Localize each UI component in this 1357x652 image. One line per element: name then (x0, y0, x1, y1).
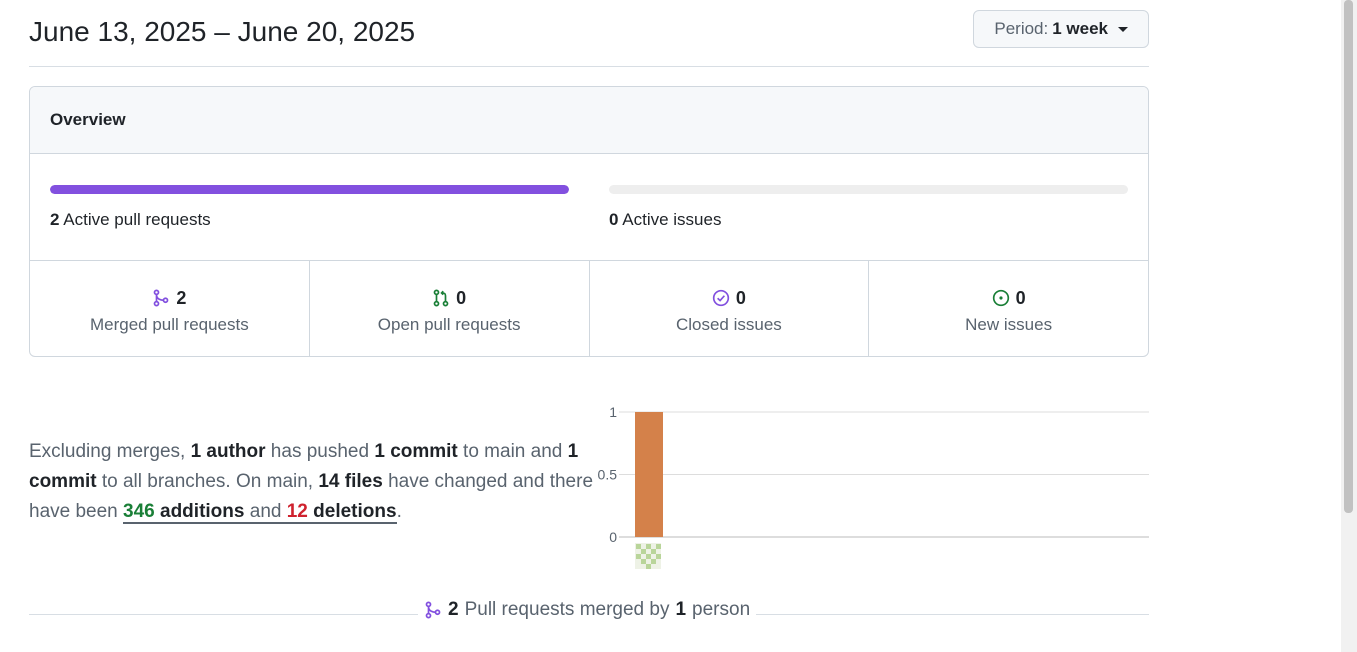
merged-text-1: Pull requests merged by (464, 599, 670, 620)
active-prs-bar-fill (50, 185, 569, 194)
scrollbar-thumb[interactable] (1344, 0, 1353, 513)
active-issues-text[interactable]: 0 Active issues (609, 210, 721, 230)
active-prs-count: 2 (50, 210, 60, 229)
author-avatar[interactable] (635, 543, 661, 569)
deletions-word: deletions (307, 501, 397, 522)
active-issues-label: Active issues (622, 210, 722, 229)
chart-y-tick-label: 0 (609, 529, 617, 545)
stat-open-count: 0 (456, 287, 467, 308)
active-prs-bar (50, 185, 569, 194)
merge-icon (425, 601, 441, 619)
overview-title: Overview (30, 87, 1148, 154)
chart-y-tick-label: 0.5 (598, 467, 618, 483)
overview-panel: Overview 2 Active pull requests 0 Active… (29, 86, 1149, 357)
additions-count: 346 (123, 501, 155, 522)
merged-text-2: person (692, 599, 751, 620)
stat-new-issues[interactable]: 0 New issues (869, 261, 1148, 356)
stat-closed-issues[interactable]: 0 Closed issues (590, 261, 870, 356)
changes-link[interactable]: 346 additions and 12 deletions (123, 501, 397, 524)
additions-word: additions (154, 501, 245, 522)
pull-request-icon (433, 289, 449, 307)
issue-closed-icon (712, 289, 730, 307)
active-issues-count: 0 (609, 210, 619, 229)
period-label: Period: (994, 19, 1049, 38)
merged-prs-heading: 2 Pull requests merged by 1 person (418, 599, 757, 621)
merged-people-count: 1 (675, 599, 687, 620)
overview-stats: 2 Merged pull requests 0 Open pull reque… (30, 261, 1148, 356)
deletions-count: 12 (286, 501, 308, 522)
stat-new-count: 0 (1015, 287, 1026, 308)
summary-end: . (396, 501, 402, 522)
and-word: and (244, 501, 287, 522)
summary-files: 14 files (318, 471, 383, 492)
merge-icon (153, 289, 169, 307)
stat-closed-label: Closed issues (675, 315, 782, 334)
commit-summary: Excluding merges, 1 author has pushed 1 … (29, 437, 599, 527)
stat-open-label: Open pull requests (377, 315, 521, 334)
summary-commits-main: 1 commit (374, 441, 458, 462)
stat-merged-prs[interactable]: 2 Merged pull requests (30, 261, 310, 356)
stat-merged-label: Merged pull requests (89, 315, 249, 334)
summary-text-1: Excluding merges, (29, 441, 191, 462)
chart-y-tick-label: 1 (609, 404, 617, 420)
commits-chart: 10.50 (598, 404, 1149, 569)
active-prs-text[interactable]: 2 Active pull requests (50, 210, 211, 230)
summary-text-3: to main and (457, 441, 568, 462)
merged-count: 2 (448, 599, 459, 620)
period-dropdown-button[interactable]: Period: 1 week (973, 10, 1149, 48)
stat-closed-count: 0 (735, 287, 746, 308)
caret-down-icon (1118, 26, 1128, 32)
active-issues-bar (609, 185, 1128, 194)
active-prs-label: Active pull requests (63, 210, 211, 229)
stat-merged-count: 2 (176, 287, 187, 308)
page-header: June 13, 2025 – June 20, 2025 Period: 1 … (29, 0, 1149, 67)
stat-open-prs[interactable]: 0 Open pull requests (310, 261, 590, 356)
issue-opened-icon (992, 289, 1009, 307)
overview-bars: 2 Active pull requests 0 Active issues (30, 154, 1148, 261)
stat-new-label: New issues (965, 315, 1053, 334)
date-range-title: June 13, 2025 – June 20, 2025 (29, 16, 416, 47)
period-value: 1 week (1052, 19, 1108, 38)
summary-authors: 1 author (190, 441, 266, 462)
summary-text-4: to all branches. On main, (96, 471, 319, 492)
summary-text-2: has pushed (265, 441, 375, 462)
chart-bar[interactable] (635, 412, 663, 537)
scrollbar[interactable] (1341, 0, 1357, 652)
